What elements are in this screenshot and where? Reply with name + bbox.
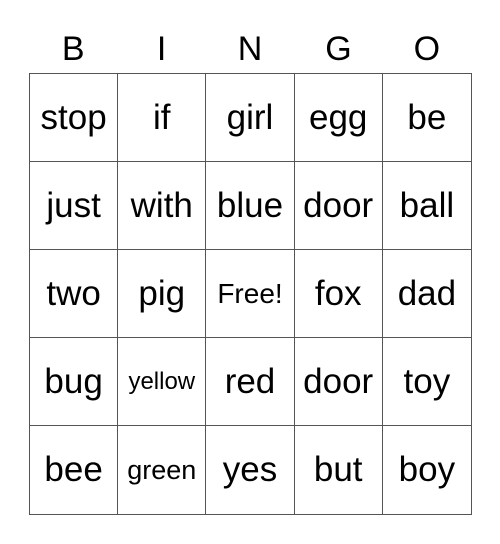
bingo-cell[interactable]: bee — [30, 426, 119, 514]
bingo-cell[interactable]: if — [118, 74, 207, 162]
bingo-cell[interactable]: door — [294, 338, 383, 426]
bingo-cell[interactable]: just — [30, 162, 119, 250]
header-letter-g: G — [325, 30, 352, 68]
bingo-cell[interactable]: egg — [294, 74, 383, 162]
bingo-cell[interactable]: yes — [206, 426, 295, 514]
header-letter-b: B — [61, 30, 85, 68]
header-letter-n: N — [237, 30, 263, 68]
bingo-card-grid: stop if girl egg be just with blue door … — [29, 73, 472, 515]
bingo-cell[interactable]: door — [294, 162, 383, 250]
bingo-cell[interactable]: green — [118, 426, 207, 514]
bingo-cell[interactable]: yellow — [118, 338, 207, 426]
bingo-cell[interactable]: pig — [118, 250, 207, 338]
header-letter-o: O — [413, 30, 441, 68]
bingo-cell[interactable]: toy — [382, 338, 471, 426]
bingo-cell[interactable]: be — [382, 74, 471, 162]
bingo-header: B I N G O — [29, 26, 471, 72]
bingo-cell[interactable]: but — [295, 426, 383, 514]
bingo-cell[interactable]: ball — [382, 162, 471, 250]
bingo-cell[interactable]: fox — [294, 250, 383, 338]
bingo-cell[interactable]: stop — [30, 74, 119, 162]
bingo-cell[interactable]: bug — [30, 338, 119, 426]
bingo-cell[interactable]: blue — [206, 162, 295, 250]
bingo-cell[interactable]: girl — [206, 74, 295, 162]
header-letter-i: I — [156, 30, 167, 68]
bingo-cell[interactable]: red — [206, 338, 295, 426]
free-space-cell[interactable]: Free! — [206, 250, 295, 338]
bingo-cell[interactable]: with — [118, 162, 207, 250]
bingo-cell[interactable]: two — [30, 250, 119, 338]
bingo-cell[interactable]: dad — [382, 250, 471, 338]
bingo-cell[interactable]: boy — [383, 426, 471, 514]
